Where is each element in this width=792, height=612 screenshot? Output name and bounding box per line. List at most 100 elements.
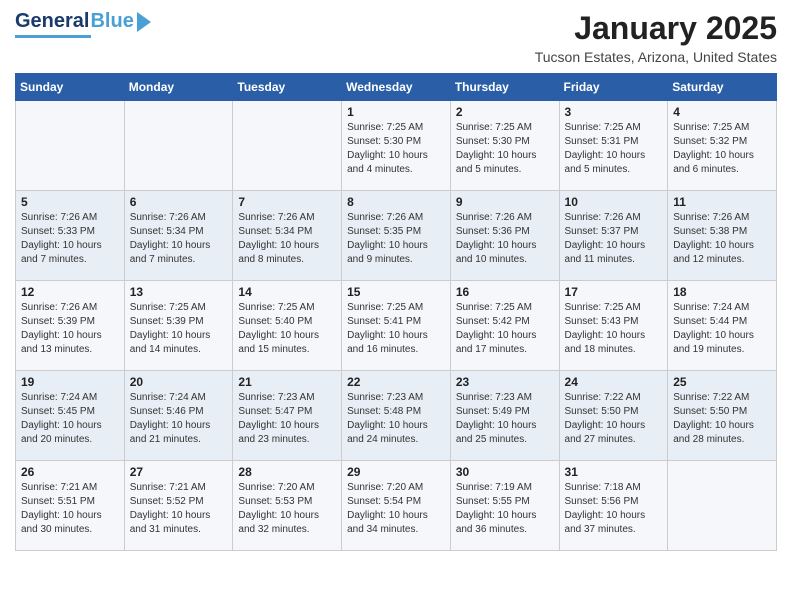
- sunrise-text: Sunrise: 7:25 AM: [565, 122, 641, 133]
- calendar-cell-w2-d5: 17Sunrise: 7:25 AMSunset: 5:43 PMDayligh…: [559, 281, 668, 371]
- header-monday: Monday: [124, 74, 233, 101]
- sunrise-text: Sunrise: 7:25 AM: [347, 122, 423, 133]
- sunset-text: Sunset: 5:46 PM: [130, 406, 204, 417]
- cell-info: Sunrise: 7:26 AMSunset: 5:35 PMDaylight:…: [347, 211, 445, 267]
- cell-info: Sunrise: 7:23 AMSunset: 5:48 PMDaylight:…: [347, 391, 445, 447]
- calendar-week-row-3: 19 Sunrise: 7:24 AMSunset: 5:45 PMDayligh…: [16, 371, 777, 461]
- page-container: General Blue January 2025 Tucson Estates…: [0, 0, 792, 561]
- sunset-text: Sunset: 5:38 PM: [673, 226, 747, 237]
- sunset-text: Sunset: 5:30 PM: [456, 136, 530, 147]
- calendar-cell-w4-d5: 31Sunrise: 7:18 AMSunset: 5:56 PMDayligh…: [559, 461, 668, 551]
- sunrise-text: Sunrise: 7:23 AM: [238, 392, 314, 403]
- calendar-cell-w0-d2: [233, 101, 342, 191]
- logo-general: General: [15, 10, 89, 33]
- cell-info: Sunrise: 7:25 AMSunset: 5:31 PMDaylight:…: [565, 121, 663, 177]
- weekday-header-row: Sunday Monday Tuesday Wednesday Thursday…: [16, 74, 777, 101]
- day-number: 24: [565, 375, 663, 389]
- calendar-week-row-0: 1Sunrise: 7:25 AMSunset: 5:30 PMDaylight…: [16, 101, 777, 191]
- cell-info: Sunrise: 7:25 AMSunset: 5:41 PMDaylight:…: [347, 301, 445, 357]
- calendar-week-row-2: 12 Sunrise: 7:26 AMSunset: 5:39 PMDayligh…: [16, 281, 777, 371]
- daylight-text: Daylight: 10 hours and 24 minutes.: [347, 420, 428, 445]
- calendar-cell-w3-d5: 24Sunrise: 7:22 AMSunset: 5:50 PMDayligh…: [559, 371, 668, 461]
- calendar-week-row-4: 26Sunrise: 7:21 AMSunset: 5:51 PMDayligh…: [16, 461, 777, 551]
- cell-info: Sunrise: 7:25 AMSunset: 5:30 PMDaylight:…: [347, 121, 445, 177]
- day-number: 6: [130, 195, 228, 209]
- day-number: 2: [456, 105, 554, 119]
- sunrise-text: Sunrise: 7:20 AM: [347, 482, 423, 493]
- calendar-cell-w2-d0: 12 Sunrise: 7:26 AMSunset: 5:39 PMDayligh…: [16, 281, 125, 371]
- daylight-text: Daylight: 10 hours and 25 minutes.: [456, 420, 537, 445]
- calendar-cell-w4-d2: 28 Sunrise: 7:20 AMSunset: 5:53 PMDayligh…: [233, 461, 342, 551]
- header-friday: Friday: [559, 74, 668, 101]
- sunrise-text: Sunrise: 7:24 AM: [130, 392, 206, 403]
- calendar-cell-w3-d3: 22Sunrise: 7:23 AMSunset: 5:48 PMDayligh…: [342, 371, 451, 461]
- day-number: 19: [21, 375, 119, 389]
- sunrise-text: Sunrise: 7:19 AM: [456, 482, 532, 493]
- cell-info: Sunrise: 7:25 AMSunset: 5:42 PMDaylight:…: [456, 301, 554, 357]
- daylight-text: Daylight: 10 hours and 30 minutes.: [21, 510, 102, 535]
- sunset-text: Sunset: 5:34 PM: [238, 226, 312, 237]
- calendar-cell-w1-d1: 6Sunrise: 7:26 AMSunset: 5:34 PMDaylight…: [124, 191, 233, 281]
- sunset-text: Sunset: 5:39 PM: [21, 316, 95, 327]
- sunset-text: Sunset: 5:50 PM: [673, 406, 747, 417]
- daylight-text: Daylight: 10 hours and 5 minutes.: [565, 150, 646, 175]
- logo: General Blue: [15, 10, 151, 38]
- day-number: 28: [238, 465, 336, 479]
- daylight-text: Daylight: 10 hours and 21 minutes.: [130, 420, 211, 445]
- cell-info: Sunrise: 7:24 AM Sunset: 5:46 PM Daylight:…: [130, 391, 228, 447]
- logo-underline: [15, 35, 91, 38]
- cell-info: Sunrise: 7:24 AMSunset: 5:45 PMDaylight:…: [21, 391, 119, 447]
- sunset-text: Sunset: 5:37 PM: [565, 226, 639, 237]
- sunset-text: Sunset: 5:55 PM: [456, 496, 530, 507]
- calendar-cell-w2-d2: 14Sunrise: 7:25 AMSunset: 5:40 PMDayligh…: [233, 281, 342, 371]
- sunset-text: Sunset: 5:54 PM: [347, 496, 421, 507]
- calendar-cell-w4-d6: [668, 461, 777, 551]
- day-number: 25: [673, 375, 771, 389]
- day-number: 5: [21, 195, 119, 209]
- cell-info: Sunrise: 7:21 AMSunset: 5:51 PMDaylight:…: [21, 481, 119, 537]
- cell-info: Sunrise: 7:20 AMSunset: 5:54 PMDaylight:…: [347, 481, 445, 537]
- cell-info: Sunrise: 7:25 AMSunset: 5:30 PMDaylight:…: [456, 121, 554, 177]
- day-number: 21: [238, 375, 336, 389]
- daylight-text: Daylight: 10 hours and 4 minutes.: [347, 150, 428, 175]
- sunset-text: Sunset: 5:32 PM: [673, 136, 747, 147]
- daylight-text: Daylight: 10 hours and 27 minutes.: [565, 420, 646, 445]
- cell-info: Sunrise: 7:20 AMSunset: 5:53 PMDaylight:…: [238, 481, 336, 537]
- sunrise-text: Sunrise: 7:26 AM: [456, 212, 532, 223]
- cell-info: Sunrise: 7:25 AMSunset: 5:32 PMDaylight:…: [673, 121, 771, 177]
- daylight-text: Daylight: 10 hours and 32 minutes.: [238, 510, 319, 535]
- sunset-text: Sunset: 5:33 PM: [21, 226, 95, 237]
- cell-info: Sunrise: 7:26 AMSunset: 5:39 PMDaylight:…: [21, 301, 119, 357]
- sunrise-text: Sunrise: 7:21 AM: [130, 482, 206, 493]
- cell-info: Sunrise: 7:26 AM Sunset: 5:33 PM Daylight:…: [21, 211, 119, 267]
- header-sunday: Sunday: [16, 74, 125, 101]
- sunrise-text: Sunrise: 7:18 AM: [565, 482, 641, 493]
- calendar-cell-w0-d6: 4Sunrise: 7:25 AMSunset: 5:32 PMDaylight…: [668, 101, 777, 191]
- sunrise-text: Sunrise: 7:26 AM: [21, 212, 97, 223]
- month-title: January 2025: [535, 10, 777, 47]
- cell-info: Sunrise: 7:23 AMSunset: 5:47 PMDaylight:…: [238, 391, 336, 447]
- day-number: 14: [238, 285, 336, 299]
- logo-blue: Blue: [90, 10, 133, 33]
- daylight-text: Daylight: 10 hours and 7 minutes.: [21, 240, 102, 265]
- cell-info: Sunrise: 7:26 AMSunset: 5:37 PMDaylight:…: [565, 211, 663, 267]
- calendar-cell-w3-d2: 21Sunrise: 7:23 AMSunset: 5:47 PMDayligh…: [233, 371, 342, 461]
- sunset-text: Sunset: 5:47 PM: [238, 406, 312, 417]
- calendar-cell-w4-d3: 29Sunrise: 7:20 AMSunset: 5:54 PMDayligh…: [342, 461, 451, 551]
- daylight-text: Daylight: 10 hours and 11 minutes.: [565, 240, 646, 265]
- daylight-text: Daylight: 10 hours and 37 minutes.: [565, 510, 646, 535]
- daylight-text: Daylight: 10 hours and 9 minutes.: [347, 240, 428, 265]
- cell-info: Sunrise: 7:26 AMSunset: 5:36 PMDaylight:…: [456, 211, 554, 267]
- day-number: 12: [21, 285, 119, 299]
- day-number: 29: [347, 465, 445, 479]
- calendar-cell-w4-d1: 27Sunrise: 7:21 AMSunset: 5:52 PMDayligh…: [124, 461, 233, 551]
- sunrise-text: Sunrise: 7:25 AM: [673, 122, 749, 133]
- day-number: 9: [456, 195, 554, 209]
- cell-info: Sunrise: 7:18 AMSunset: 5:56 PMDaylight:…: [565, 481, 663, 537]
- cell-info: Sunrise: 7:19 AMSunset: 5:55 PMDaylight:…: [456, 481, 554, 537]
- sunrise-text: Sunrise: 7:26 AM: [347, 212, 423, 223]
- sunrise-text: Sunrise: 7:26 AM: [673, 212, 749, 223]
- location: Tucson Estates, Arizona, United States: [535, 49, 777, 65]
- sunset-text: Sunset: 5:49 PM: [456, 406, 530, 417]
- day-number: 20: [130, 375, 228, 389]
